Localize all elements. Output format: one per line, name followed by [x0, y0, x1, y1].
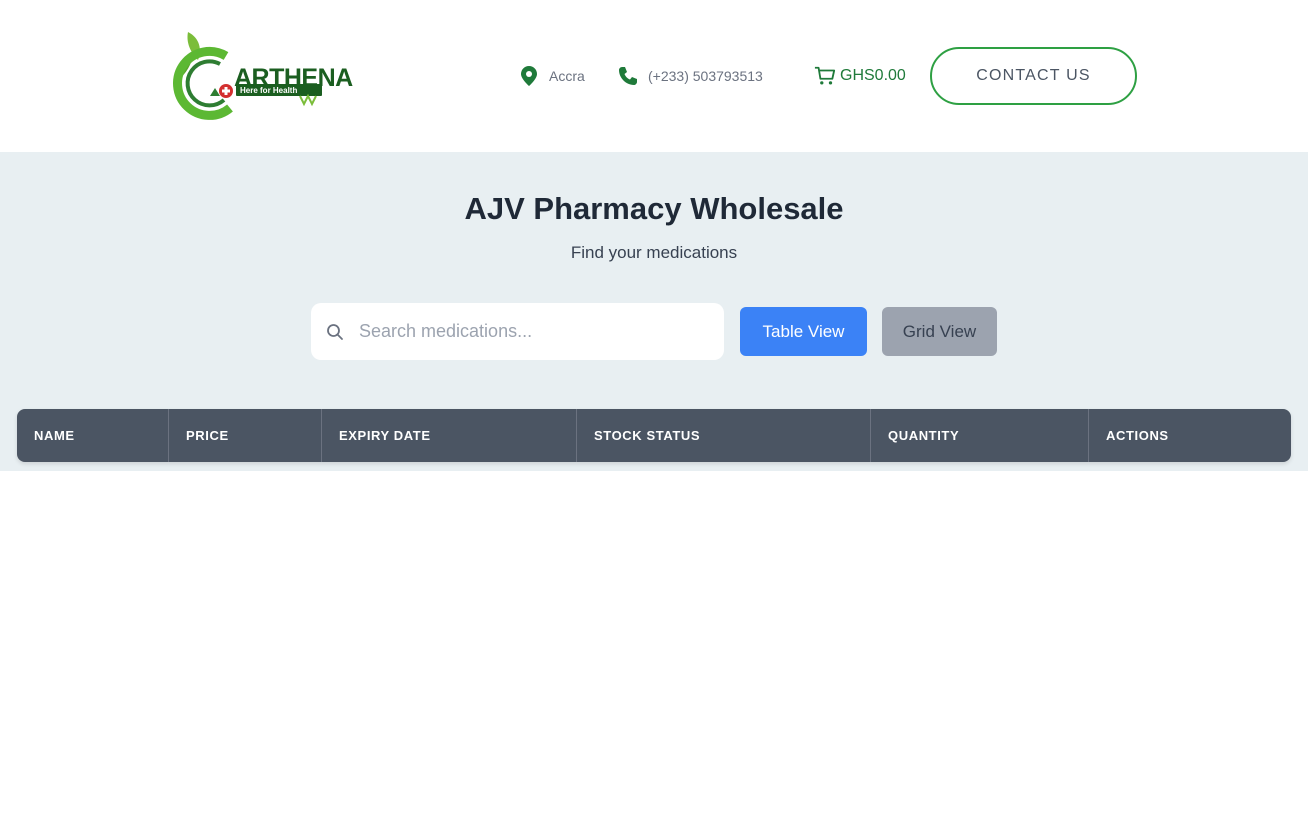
- map-pin-icon: [518, 65, 540, 87]
- column-header-actions[interactable]: ACTIONS: [1089, 409, 1291, 462]
- column-header-stock-status[interactable]: STOCK STATUS: [577, 409, 871, 462]
- column-header-expiry-date[interactable]: EXPIRY DATE: [322, 409, 577, 462]
- hero-section: AJV Pharmacy Wholesale Find your medicat…: [0, 152, 1308, 471]
- location-text: Accra: [549, 68, 585, 84]
- phone-icon: [617, 65, 639, 87]
- cart-summary[interactable]: GHS0.00: [814, 64, 906, 88]
- table-view-button[interactable]: Table View: [740, 307, 867, 356]
- search-box[interactable]: [311, 303, 724, 360]
- phone-info[interactable]: (+233) 503793513: [617, 64, 763, 88]
- site-header: Here for Health ARTHENA Accra (+233) 503…: [0, 0, 1308, 152]
- contact-us-button[interactable]: CONTACT US: [930, 47, 1137, 105]
- page-subtitle: Find your medications: [570, 243, 738, 262]
- location-info: Accra: [518, 64, 585, 88]
- column-header-price[interactable]: PRICE: [169, 409, 322, 462]
- cart-total[interactable]: GHS0.00: [840, 67, 906, 85]
- grid-view-button[interactable]: Grid View: [882, 307, 997, 356]
- brand-logo[interactable]: Here for Health ARTHENA: [170, 30, 353, 122]
- table-header: NAME PRICE EXPIRY DATE STOCK STATUS QUAN…: [17, 409, 1291, 462]
- logo-wordmark: ARTHENA: [234, 64, 353, 92]
- cart-icon: [814, 65, 836, 87]
- phone-number[interactable]: (+233) 503793513: [648, 68, 763, 84]
- column-header-name[interactable]: NAME: [17, 409, 169, 462]
- column-header-quantity[interactable]: QUANTITY: [871, 409, 1089, 462]
- search-input[interactable]: [359, 321, 699, 342]
- page-title: AJV Pharmacy Wholesale: [464, 191, 844, 226]
- search-icon: [325, 322, 345, 342]
